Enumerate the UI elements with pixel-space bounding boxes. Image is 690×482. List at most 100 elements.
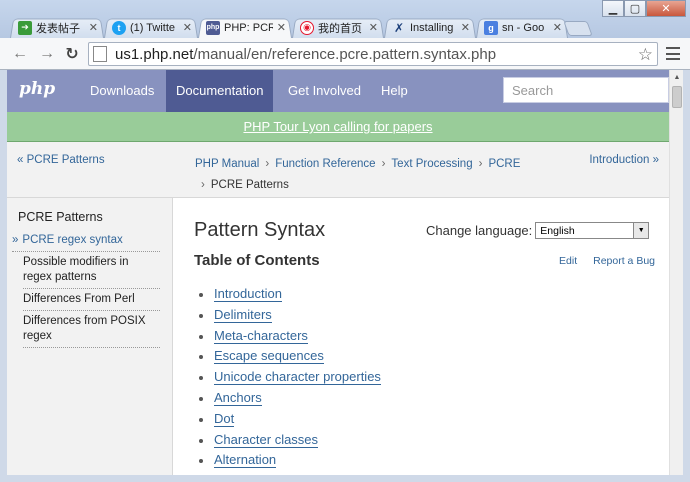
url-host: us1.php.net bbox=[115, 45, 194, 63]
sidebar-title[interactable]: PCRE Patterns bbox=[18, 210, 103, 224]
breadcrumb-item[interactable]: Text Processing bbox=[391, 158, 472, 170]
close-icon[interactable]: ✕ bbox=[369, 21, 378, 34]
language-select[interactable]: English ▼ bbox=[535, 222, 650, 239]
toc-item[interactable]: Alternation bbox=[199, 450, 381, 471]
toc-heading: Table of Contents bbox=[194, 252, 320, 269]
twitter-icon: t bbox=[112, 20, 126, 35]
tab-title: PHP: PCR bbox=[224, 21, 273, 34]
announcement-banner: PHP Tour Lyon calling for papers bbox=[7, 112, 669, 142]
sidebar-item-posix-differences[interactable]: Differences from POSIX regex bbox=[23, 311, 160, 348]
main-content: Pattern Syntax Change language: English … bbox=[173, 198, 669, 475]
nav-documentation[interactable]: Documentation bbox=[166, 70, 274, 112]
tab-title: 发表帖子 bbox=[36, 22, 80, 35]
url-path: /manual/en/reference.pcre.pattern.syntax… bbox=[193, 45, 497, 63]
back-arrow-icon[interactable]: ← bbox=[10, 44, 30, 64]
sidebar: PCRE Patterns » PCRE regex syntax Possibl… bbox=[7, 198, 173, 475]
browser-tab-weibo[interactable]: ◉ 我的首页 ✕ bbox=[292, 17, 384, 38]
tab-title: (1) Twitte bbox=[130, 21, 176, 34]
breadcrumb-current: PCRE Patterns bbox=[210, 179, 289, 191]
browser-tab-installing[interactable]: ✗ Installing ✕ bbox=[384, 17, 476, 38]
browser-tab-twitter[interactable]: t (1) Twitte ✕ bbox=[104, 17, 198, 38]
toc-item[interactable]: Introduction bbox=[199, 284, 381, 305]
toc-item[interactable]: Meta-characters bbox=[199, 326, 381, 347]
toc-link[interactable]: Escape sequences bbox=[214, 348, 324, 365]
php-logo[interactable]: php bbox=[19, 79, 55, 99]
next-page-link[interactable]: Introduction » bbox=[589, 154, 659, 166]
breadcrumb-separator: › bbox=[381, 158, 386, 170]
reload-icon[interactable]: ↻ bbox=[62, 44, 82, 64]
menu-icon[interactable] bbox=[666, 47, 680, 60]
browser-tab-php[interactable]: php PHP: PCR ✕ bbox=[198, 17, 292, 38]
breadcrumb-separator: › bbox=[265, 158, 270, 170]
close-icon[interactable]: ✕ bbox=[553, 21, 562, 34]
close-icon[interactable]: ✕ bbox=[183, 21, 192, 34]
bookmark-star-icon[interactable]: ☆ bbox=[638, 45, 653, 65]
php-navbar: php Downloads Documentation Get Involved… bbox=[7, 70, 669, 112]
new-tab-button[interactable] bbox=[563, 21, 593, 36]
nav-get-involved[interactable]: Get Involved bbox=[278, 70, 371, 112]
close-icon[interactable]: ✕ bbox=[277, 21, 286, 34]
toc-link[interactable]: Introduction bbox=[214, 286, 282, 302]
toc-list: Introduction Delimiters Meta-characters … bbox=[199, 284, 381, 471]
google-icon: g bbox=[484, 20, 498, 35]
title-bar: ➔ 发表帖子 ✕ t (1) Twitte ✕ php PHP: PCR ✕ ◉… bbox=[0, 0, 690, 38]
sidebar-item-modifiers[interactable]: Possible modifiers in regex patterns bbox=[23, 252, 160, 289]
toc-link[interactable]: Delimiters bbox=[214, 306, 272, 323]
breadcrumb-bar: « PCRE Patterns PHP Manual › Function Refe… bbox=[7, 142, 669, 198]
breadcrumb-separator: › bbox=[478, 158, 483, 170]
language-chooser: Change language: English ▼ bbox=[426, 222, 650, 239]
window-controls: ▁ ▢ ✕ bbox=[602, 0, 686, 17]
toc-link[interactable]: Unicode character properties bbox=[214, 369, 381, 386]
page-icon bbox=[93, 46, 107, 62]
breadcrumb-separator: › bbox=[201, 179, 205, 191]
scrollbar-thumb[interactable] bbox=[672, 86, 682, 108]
breadcrumb: PHP Manual › Function Reference › Text Proce… bbox=[195, 154, 565, 196]
language-selected-value: English bbox=[540, 225, 575, 237]
tab-title: 我的首页 bbox=[318, 22, 362, 35]
close-icon[interactable]: ✕ bbox=[461, 21, 470, 34]
search-input[interactable]: Search bbox=[503, 77, 669, 103]
browser-tab-forum[interactable]: ➔ 发表帖子 ✕ bbox=[10, 17, 104, 38]
banner-link[interactable]: PHP Tour Lyon calling for papers bbox=[243, 119, 432, 134]
sidebar-item-perl-differences[interactable]: Differences From Perl bbox=[23, 289, 160, 311]
toc-link[interactable]: Anchors bbox=[214, 389, 262, 406]
browser-toolbar: ← → ↻ us1.php.net/manual/en/reference.pc… bbox=[0, 38, 690, 70]
prev-page-link[interactable]: « PCRE Patterns bbox=[17, 154, 105, 166]
breadcrumb-item[interactable]: Function Reference bbox=[275, 158, 375, 170]
maximize-icon[interactable]: ▢ bbox=[624, 0, 646, 17]
tab-title: sn - Goo bbox=[502, 21, 545, 34]
toc-link[interactable]: Character classes bbox=[214, 431, 319, 448]
toc-link[interactable]: Meta-characters bbox=[214, 327, 308, 344]
minimize-icon[interactable]: ▁ bbox=[602, 0, 624, 17]
toc-item[interactable]: Character classes bbox=[199, 430, 381, 451]
toc-item[interactable]: Unicode character properties bbox=[199, 367, 381, 388]
toc-item[interactable]: Anchors bbox=[199, 388, 381, 409]
sidebar-list: » PCRE regex syntax Possible modifiers in… bbox=[12, 230, 160, 348]
tab-title: Installing bbox=[410, 21, 454, 34]
breadcrumb-item[interactable]: PHP Manual bbox=[195, 158, 259, 170]
toc-link[interactable]: Alternation bbox=[214, 452, 277, 469]
address-bar[interactable]: us1.php.net/manual/en/reference.pcre.pat… bbox=[88, 42, 658, 66]
toc-item[interactable]: Delimiters bbox=[199, 305, 381, 326]
current-marker: » bbox=[12, 234, 19, 246]
php-icon: php bbox=[206, 20, 220, 35]
window-close-icon[interactable]: ✕ bbox=[646, 0, 686, 17]
toc-link[interactable]: Dot bbox=[214, 410, 235, 427]
toc-item[interactable]: Dot bbox=[199, 409, 381, 430]
vertical-scrollbar[interactable]: ▲ bbox=[669, 70, 683, 475]
forum-icon: ➔ bbox=[18, 20, 32, 35]
breadcrumb-item[interactable]: PCRE bbox=[488, 158, 520, 170]
scroll-up-icon[interactable]: ▲ bbox=[670, 70, 683, 84]
close-icon[interactable]: ✕ bbox=[89, 21, 98, 34]
sidebar-item-pcre-regex-syntax[interactable]: » PCRE regex syntax bbox=[12, 230, 160, 252]
chevron-down-icon[interactable]: ▼ bbox=[633, 223, 649, 238]
forward-arrow-icon[interactable]: → bbox=[37, 44, 57, 64]
nav-help[interactable]: Help bbox=[371, 70, 418, 112]
report-bug-link[interactable]: Report a Bug bbox=[593, 255, 655, 267]
toc-item[interactable]: Escape sequences bbox=[199, 346, 381, 367]
change-language-label: Change language: bbox=[426, 223, 533, 238]
nav-downloads[interactable]: Downloads bbox=[80, 70, 164, 112]
edit-link[interactable]: Edit bbox=[559, 255, 577, 267]
browser-tab-google[interactable]: g sn - Goo ✕ bbox=[476, 17, 568, 38]
page-viewport: php Downloads Documentation Get Involved… bbox=[7, 70, 683, 475]
